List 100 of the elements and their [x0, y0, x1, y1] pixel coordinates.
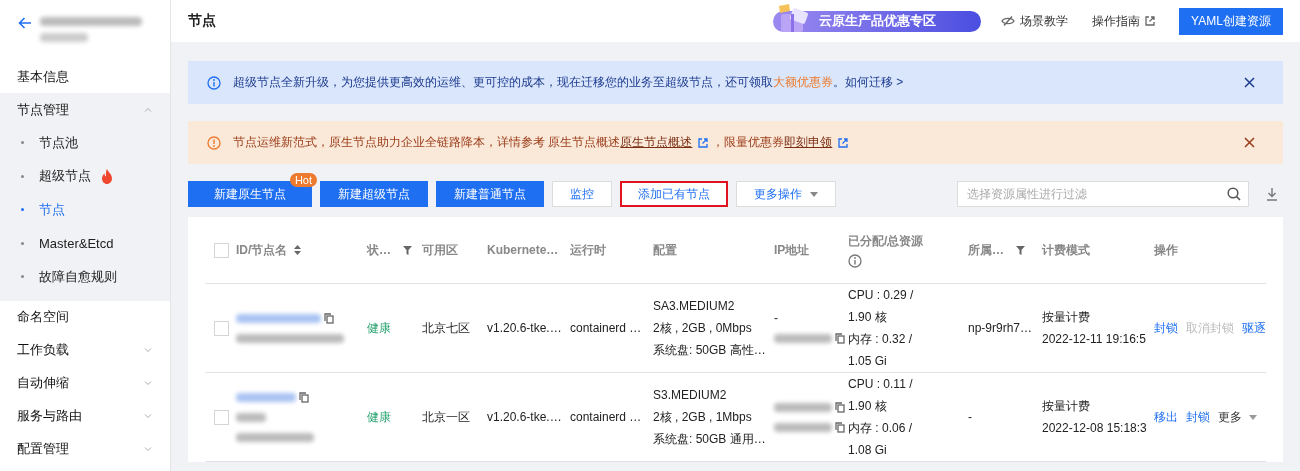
billing-text: 2022-12-11 19:16:5 — [1042, 331, 1147, 348]
create-yaml-button[interactable]: YAML创建资源 — [1179, 7, 1283, 35]
checkbox[interactable] — [214, 242, 229, 258]
resource-text: 1.05 Gi — [848, 353, 888, 370]
sidebar-item[interactable]: 命名空间 — [17, 308, 69, 326]
column-header: 已分配/总资源 — [848, 232, 924, 250]
sidebar-group[interactable]: 服务与路由 — [17, 407, 82, 425]
copy-icon[interactable] — [324, 312, 334, 324]
runtime-text: containerd … — [570, 410, 642, 424]
external-link-icon — [838, 137, 849, 148]
zone-text: 北京七区 — [422, 321, 470, 335]
column-header: 状… — [367, 241, 391, 259]
ip-text: - — [774, 310, 778, 327]
filter-search-field[interactable]: 选择资源属性进行过滤 — [957, 181, 1249, 207]
copy-icon[interactable] — [835, 421, 845, 433]
column-header: 所属… — [968, 241, 1004, 259]
toolbar-button[interactable]: 新建超级节点 — [320, 181, 428, 207]
sort-icon[interactable] — [294, 245, 302, 255]
column-header: 运行时 — [570, 241, 606, 259]
version-text: v1.20.6-tke.… — [487, 321, 562, 335]
config-text: 2核 , 2GB , 0Mbps — [653, 320, 753, 337]
close-icon[interactable] — [1244, 137, 1255, 148]
redacted-ip — [774, 333, 832, 343]
action-link[interactable]: 封锁 — [1154, 317, 1178, 339]
doc-link[interactable]: 即刻申领 — [784, 134, 833, 151]
tutorial-link[interactable]: 场景教学 — [1020, 12, 1068, 30]
toolbar-button[interactable]: 添加已有节点 — [620, 181, 728, 207]
more-actions-button[interactable]: 更多操作 — [736, 181, 836, 207]
copy-icon[interactable] — [299, 391, 309, 403]
back-arrow-icon[interactable] — [18, 17, 32, 29]
column-header: 计费模式 — [1042, 241, 1090, 259]
column-header: 可用区 — [422, 241, 458, 259]
sidebar-item[interactable]: 超级节点 — [39, 167, 91, 186]
sidebar-group[interactable]: 自动伸缩 — [17, 374, 69, 392]
caret-down-icon — [810, 191, 818, 197]
billing-text: 按量计费 — [1042, 398, 1091, 415]
copy-icon[interactable] — [835, 401, 845, 413]
filter-icon[interactable] — [403, 245, 412, 255]
config-text: S3.MEDIUM2 — [653, 387, 728, 404]
external-link-icon — [698, 137, 709, 148]
toolbar-button[interactable]: 监控 — [552, 181, 612, 207]
version-text: v1.20.6-tke.… — [487, 410, 562, 424]
billing-text: 2022-12-08 15:18:3 — [1042, 420, 1148, 437]
column-header: IP地址 — [774, 241, 810, 259]
redacted-text — [236, 412, 266, 422]
resource-text: 内存 : 0.06 / — [848, 420, 914, 437]
config-text: SA3.MEDIUM2 — [653, 298, 736, 315]
config-text: 2核 , 2GB , 1Mbps — [653, 409, 753, 426]
external-link-icon — [1145, 16, 1155, 26]
guide-link[interactable]: 操作指南 — [1092, 12, 1140, 30]
toolbar-button[interactable]: 新建普通节点 — [436, 181, 544, 207]
caret-down-icon — [1249, 414, 1257, 420]
action-link[interactable]: 封锁 — [1186, 406, 1210, 428]
sidebar-group[interactable]: 配置管理 — [17, 440, 69, 458]
sidebar-item[interactable]: 基本信息 — [17, 67, 69, 86]
config-text: 系统盘: 50GB 高性… — [653, 342, 767, 359]
alert-message: 超级节点全新升级，为您提供更高效的运维、更可控的成本，现在迁移您的业务至超级节点，还可领取大额优惠券。如何迁移 > — [233, 74, 905, 91]
redacted-text — [40, 33, 88, 42]
sidebar-item[interactable]: 节点池 — [39, 133, 78, 152]
billing-text: 按量计费 — [1042, 309, 1091, 326]
warning-icon — [207, 135, 221, 150]
zone-text: 北京一区 — [422, 410, 470, 424]
filter-icon[interactable] — [1016, 245, 1025, 255]
sidebar-group[interactable]: 节点管理 — [17, 100, 69, 119]
hot-badge: Hot — [289, 173, 317, 187]
resource-text: CPU : 0.11 / — [848, 376, 914, 393]
eye-slash-icon — [1001, 16, 1015, 26]
migrate-link[interactable]: 如何迁移 > — [845, 75, 904, 89]
page-title: 节点 — [188, 12, 217, 30]
resource-text: 1.90 核 — [848, 309, 888, 326]
close-icon[interactable] — [1244, 77, 1255, 88]
node-pool-text: - — [968, 410, 972, 424]
download-icon[interactable] — [1266, 187, 1278, 201]
redacted-ip — [774, 402, 832, 412]
resource-text: 1.08 Gi — [848, 442, 888, 459]
checkbox[interactable] — [214, 321, 229, 337]
action-link[interactable]: 移出 — [1154, 406, 1178, 428]
redacted-ip — [774, 422, 832, 432]
alert-message: 节点运维新范式，原生节点助力企业全链路降本，详情参考 原生节点概述原生节点概述 ，限量优惠券即刻申领 — [233, 134, 1232, 151]
info-icon — [207, 75, 221, 90]
runtime-text: containerd … — [570, 321, 642, 335]
column-header: 配置 — [653, 241, 677, 259]
resource-text: 内存 : 0.32 / — [848, 331, 914, 348]
checkbox[interactable] — [214, 410, 229, 426]
column-header: 操作 — [1154, 241, 1178, 259]
config-text: 系统盘: 50GB 通用… — [653, 431, 767, 448]
node-pool-text: np-9r9rh7… — [968, 321, 1033, 335]
status-text: 健康 — [367, 410, 391, 424]
search-icon[interactable] — [1227, 187, 1241, 201]
sidebar-item[interactable]: Master&Etcd — [39, 235, 114, 251]
sidebar-item[interactable]: 节点 — [39, 200, 65, 219]
sidebar-item[interactable]: 故障自愈规则 — [39, 267, 117, 286]
sidebar-group[interactable]: 工作负载 — [17, 341, 69, 359]
copy-icon[interactable] — [835, 332, 845, 344]
more-dropdown[interactable]: 更多 — [1218, 406, 1257, 428]
column-header: Kubernete… — [487, 243, 559, 257]
doc-link[interactable]: 原生节点概述 — [620, 134, 693, 151]
resource-text: CPU : 0.29 / — [848, 287, 915, 304]
action-link[interactable]: 驱逐 — [1242, 317, 1266, 339]
resource-text: 1.90 核 — [848, 398, 888, 415]
